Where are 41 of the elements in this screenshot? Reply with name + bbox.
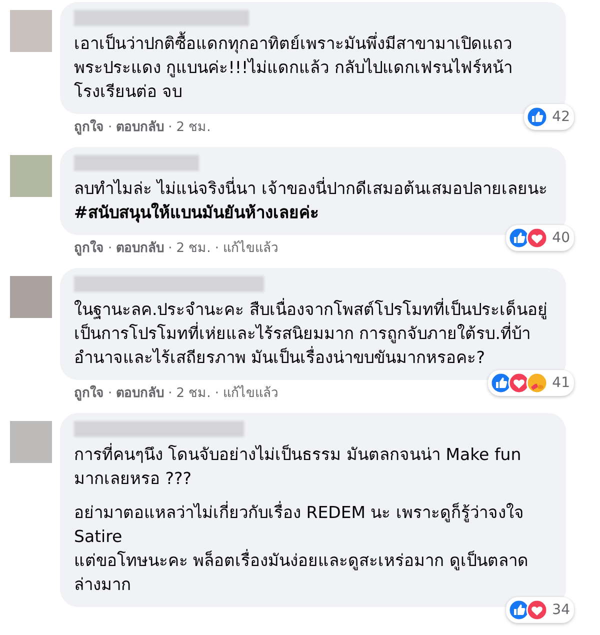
timestamp[interactable]: 2 ชม. [176,240,211,258]
timestamp[interactable]: 2 ชม. [176,119,211,137]
comment-text: การที่คนๆนึง โดนจับอย่างไม่เป็นธรรม มันตลกจนน่า Make fun มากเลยหรอ ??? [74,443,522,490]
edited-label[interactable]: แก้ไขแล้ว [222,385,278,403]
comment-text: เอาเป็นว่าปกติซื้อแดกทุกอาทิตย์เพราะมันพึ่งมีสาขามาเปิดแถวพระประแดง กูแบนค่ะ!!!ไม่แดกแล้ว กลับไปแดกเฟรนไฟร์หน้าโรงเรียนต่อ จบ [74,32,554,104]
comment-text: ในฐานะลค.ประจำนะคะ สืบเนื่องจากโพสต์โปรโมทที่เป็นประเด็นอยู่ เป็นการโปรโมทที่เห่ยและไร้รสนิยมมาก การถูกจับภายใต้รบ.ที่บ้าอำนาจและไร้เสถียรภาพ มันเป็นเรื่องน่าขบขันมากหรอคะ? [74,298,548,369]
avatar[interactable] [10,10,52,52]
like-link[interactable]: ถูกใจ [74,119,104,137]
comment-text: อย่ามาตอแหลว่าไม่เกี่ยวกับเรื่อง REDEM นะ เพราะดูก็รู้ว่าจงใจ Satire แต่ขอโทษนะคะ พล็อตเรื่องมันง่อยและดูสะเหร่อมาก ดูเป็นตลาดล่างมาก [74,501,530,596]
reaction-count: 40 [552,230,570,246]
reply-link[interactable]: ตอบกลับ [116,240,164,258]
like-icon [508,227,530,249]
like-link[interactable]: ถูกใจ [74,240,104,258]
like-icon [508,599,530,621]
separator: · [108,385,112,403]
like-icon [526,106,548,128]
like-icon [490,372,512,394]
hugging-face-icon [526,372,548,394]
avatar[interactable] [10,155,52,197]
separator: · [168,385,172,403]
reaction-badge[interactable]: 42 [524,104,574,130]
reaction-count: 34 [552,602,570,618]
reaction-badge[interactable]: 34 [506,597,574,623]
separator: · [168,119,172,137]
separator: · [168,240,172,258]
comment-text: ลบทำไมล่ะ ไม่แน่จริงนี่นา เจ้าของนี่ปากดีเสมอต้นเสมอปลายเลยนะ #สนับสนุนให้แบนมันยันห้างเลยค่ะ [74,177,548,225]
separator: · [108,119,112,137]
reaction-badge[interactable]: 40 [506,225,574,251]
reply-link[interactable]: ตอบกลับ [116,119,164,137]
edited-label[interactable]: แก้ไขแล้ว [222,240,278,258]
reaction-count: 41 [552,375,570,391]
like-link[interactable]: ถูกใจ [74,385,104,403]
separator: · [108,240,112,258]
separator: · [214,385,219,403]
avatar[interactable] [10,421,52,463]
timestamp[interactable]: 2 ชม. [176,385,211,403]
reaction-count: 42 [552,109,570,125]
reaction-badge[interactable]: 41 [488,370,574,396]
reply-link[interactable]: ตอบกลับ [116,385,164,403]
avatar[interactable] [10,276,52,318]
separator: · [214,240,219,258]
